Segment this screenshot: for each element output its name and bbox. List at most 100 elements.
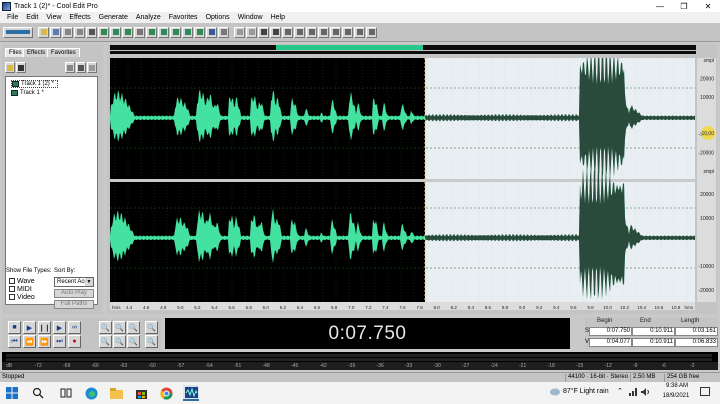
view-icon-10[interactable] (366, 26, 377, 38)
insert-file-icon[interactable] (76, 62, 86, 73)
network-icon[interactable] (629, 388, 637, 396)
menu-item-edit[interactable]: Edit (22, 14, 42, 21)
close-button[interactable]: ✕ (696, 0, 720, 12)
wave-type-toggle[interactable]: Wave (9, 277, 51, 285)
menu-item-window[interactable]: Window (234, 14, 267, 21)
full-paths-button[interactable]: Full Paths (54, 300, 94, 309)
view-begin-field[interactable]: 0:04.077 (589, 338, 632, 347)
sel-begin-field[interactable]: 0:07.750 (589, 327, 632, 336)
sel-length-field[interactable]: 0:03.161 (675, 327, 718, 336)
grid-icon-2[interactable] (246, 26, 257, 38)
cut-icon[interactable] (86, 26, 97, 38)
store-icon[interactable] (133, 385, 149, 401)
effect-icon-3[interactable] (170, 26, 181, 38)
help-icon[interactable] (87, 62, 97, 73)
multitrack-toggle-button[interactable] (3, 26, 33, 38)
go-to-end-button[interactable]: ⏭ (53, 335, 66, 348)
windows-start-icon[interactable] (4, 385, 20, 401)
redo-icon[interactable] (74, 26, 85, 38)
sort-select[interactable]: Recent Acc ▼ (54, 277, 94, 287)
effect-icon[interactable] (146, 26, 157, 38)
edge-browser-icon[interactable] (83, 385, 99, 401)
overview-scrollbar[interactable] (110, 51, 696, 54)
zoom-out-vertical-icon[interactable]: 🔍 (145, 335, 158, 348)
loop-button[interactable]: ∞ (68, 321, 81, 334)
search-icon[interactable] (30, 385, 46, 401)
zoom-full-icon[interactable]: 🔍 (127, 321, 140, 334)
zoom-in-horizontal-icon[interactable]: 🔍 (99, 321, 112, 334)
edit-file-icon[interactable] (65, 62, 75, 73)
task-view-icon[interactable] (58, 385, 74, 401)
pause-button[interactable]: ❙❙ (38, 321, 51, 334)
effect-icon-6[interactable] (206, 26, 217, 38)
list-item[interactable]: Track 1 (2) * (11, 80, 58, 88)
rewind-button[interactable]: ⏪ (23, 335, 36, 348)
view-icon-7[interactable] (330, 26, 341, 38)
paste-icon[interactable] (110, 26, 121, 38)
tab-effects[interactable]: Effects (23, 48, 50, 57)
effect-icon-2[interactable] (158, 26, 169, 38)
go-to-start-button[interactable]: ⏮ (8, 335, 21, 348)
time-tick-label: 5.8 (246, 305, 253, 310)
play-button[interactable]: ▶ (23, 321, 36, 334)
view-icon-5[interactable] (306, 26, 317, 38)
menu-item-analyze[interactable]: Analyze (132, 14, 165, 21)
effect-icon-5[interactable] (194, 26, 205, 38)
waveform-display[interactable] (110, 45, 695, 302)
menu-item-file[interactable]: File (3, 14, 22, 21)
maximize-button[interactable]: ❐ (672, 0, 696, 12)
sel-end-field[interactable]: 0:10.911 (632, 327, 675, 336)
close-file-icon[interactable] (16, 62, 26, 73)
overview-bar[interactable] (110, 45, 696, 50)
open-file-icon[interactable] (5, 62, 15, 73)
effect-icon-7[interactable] (218, 26, 229, 38)
trim-icon[interactable] (134, 26, 145, 38)
view-icon-9[interactable] (354, 26, 365, 38)
zoom-right-icon[interactable]: 🔍 (113, 335, 126, 348)
menu-item-effects[interactable]: Effects (65, 14, 94, 21)
zoom-in-vertical-icon[interactable]: 🔍 (145, 321, 158, 334)
copy-icon[interactable] (98, 26, 109, 38)
waveform-view-icon[interactable] (270, 26, 281, 38)
save-icon[interactable] (50, 26, 61, 38)
tab-favorites[interactable]: Favorites (47, 48, 80, 57)
list-item[interactable]: Track 1 * (11, 89, 47, 97)
fast-forward-button[interactable]: ⏩ (38, 335, 51, 348)
view-icon-4[interactable] (294, 26, 305, 38)
tray-chevron-icon[interactable]: ⌃ (617, 387, 623, 395)
play-to-end-button[interactable]: ▶ (53, 321, 66, 334)
view-length-field[interactable]: 0:06.833 (675, 338, 718, 347)
volume-icon[interactable] (641, 388, 650, 396)
video-type-toggle[interactable]: Video (9, 293, 51, 301)
view-icon-3[interactable] (282, 26, 293, 38)
menu-item-favorites[interactable]: Favorites (165, 14, 202, 21)
view-icon-6[interactable] (318, 26, 329, 38)
spectral-view-icon[interactable] (258, 26, 269, 38)
waveform-canvas[interactable] (110, 45, 695, 302)
grid-icon[interactable] (234, 26, 245, 38)
cool-edit-taskbar-icon[interactable] (183, 385, 199, 401)
undo-icon[interactable] (62, 26, 73, 38)
view-end-field[interactable]: 0:10.911 (632, 338, 675, 347)
effect-icon-4[interactable] (182, 26, 193, 38)
auto-play-button[interactable]: Auto Play (54, 289, 94, 298)
zoom-selection-icon[interactable]: 🔍 (127, 335, 140, 348)
minimize-button[interactable]: — (648, 0, 672, 12)
menu-item-generate[interactable]: Generate (95, 14, 132, 21)
notifications-icon[interactable] (700, 387, 710, 397)
menu-item-options[interactable]: Options (202, 14, 234, 21)
stop-button[interactable]: ■ (8, 321, 21, 334)
midi-type-toggle[interactable]: MIDI (9, 285, 51, 293)
open-icon[interactable] (38, 26, 49, 38)
view-icon-8[interactable] (342, 26, 353, 38)
menu-item-view[interactable]: View (42, 14, 65, 21)
file-explorer-icon[interactable] (108, 385, 124, 401)
mix-paste-icon[interactable] (122, 26, 133, 38)
zoom-left-icon[interactable]: 🔍 (99, 335, 112, 348)
zoom-out-horizontal-icon[interactable]: 🔍 (113, 321, 126, 334)
record-button[interactable]: ● (68, 335, 81, 348)
chrome-icon[interactable] (158, 385, 174, 401)
overview-visible-range[interactable] (276, 45, 423, 50)
time-tick-label: 8.8 (502, 305, 509, 310)
menu-item-help[interactable]: Help (267, 14, 289, 21)
